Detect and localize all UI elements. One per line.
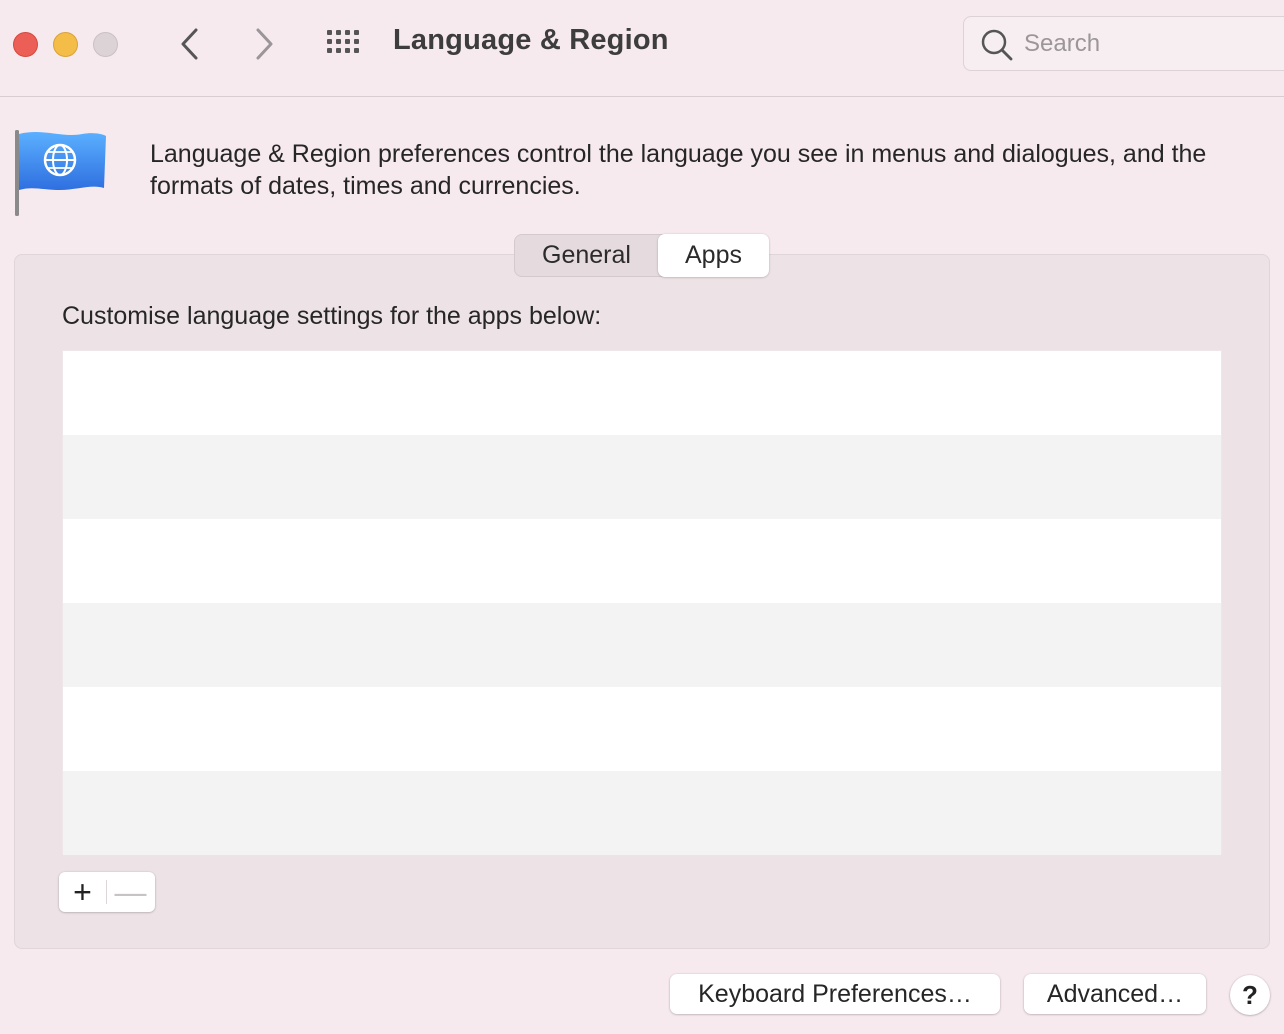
chevron-right-icon bbox=[256, 28, 273, 60]
tab-bar: General Apps bbox=[514, 234, 769, 277]
help-button[interactable]: ? bbox=[1230, 975, 1270, 1015]
list-row[interactable] bbox=[63, 351, 1221, 435]
advanced-button[interactable]: Advanced… bbox=[1024, 974, 1206, 1014]
grid-dots-icon bbox=[327, 30, 359, 53]
globe-flag-icon bbox=[14, 128, 110, 223]
list-row[interactable] bbox=[63, 603, 1221, 687]
search-input[interactable] bbox=[1024, 27, 1264, 61]
chevron-left-icon bbox=[181, 28, 198, 60]
toolbar: Language & Region bbox=[0, 0, 1284, 97]
keyboard-preferences-button[interactable]: Keyboard Preferences… bbox=[670, 974, 1000, 1014]
apps-list-label: Customise language settings for the apps… bbox=[62, 302, 602, 330]
search-icon bbox=[981, 29, 1013, 61]
forward-button[interactable] bbox=[244, 24, 284, 64]
window-title: Language & Region bbox=[393, 24, 669, 56]
list-row[interactable] bbox=[63, 771, 1221, 855]
preferences-window: Language & Region Langua bbox=[0, 0, 1284, 1034]
pane-description: Language & Region preferences control th… bbox=[150, 140, 1207, 200]
add-app-button[interactable]: + bbox=[59, 872, 106, 912]
list-row[interactable] bbox=[63, 687, 1221, 771]
tab-general[interactable]: General bbox=[515, 235, 658, 276]
search-field[interactable] bbox=[963, 16, 1284, 71]
close-window-button[interactable] bbox=[13, 32, 38, 57]
add-remove-control: + — bbox=[59, 872, 155, 912]
list-row[interactable] bbox=[63, 435, 1221, 519]
tab-apps[interactable]: Apps bbox=[658, 234, 769, 277]
show-all-button[interactable] bbox=[324, 28, 364, 60]
back-button[interactable] bbox=[170, 24, 210, 64]
zoom-window-button bbox=[93, 32, 118, 57]
remove-app-button: — bbox=[114, 874, 147, 910]
minimize-window-button[interactable] bbox=[53, 32, 78, 57]
list-row[interactable] bbox=[63, 519, 1221, 603]
apps-list[interactable] bbox=[62, 350, 1222, 855]
